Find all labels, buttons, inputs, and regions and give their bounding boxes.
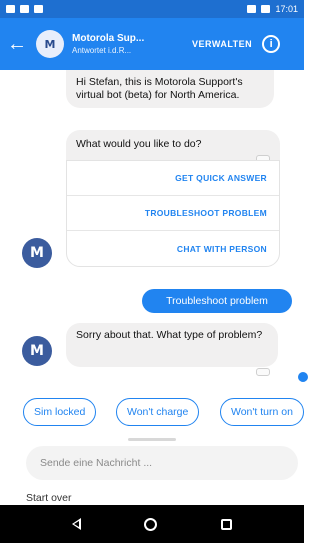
nav-back-icon[interactable] — [71, 518, 81, 530]
quick-reply-wont-charge[interactable]: Won't charge — [116, 398, 200, 426]
nav-home-icon[interactable] — [144, 517, 158, 531]
message-input[interactable] — [40, 457, 284, 469]
page-avatar[interactable]: M — [36, 30, 64, 58]
system-nav-bar — [0, 505, 304, 543]
signal-icon — [247, 5, 257, 13]
back-arrow-icon[interactable]: ← — [0, 34, 34, 54]
start-over-link[interactable]: Start over — [26, 492, 72, 504]
motorola-logo-icon: M — [30, 245, 44, 261]
drag-handle[interactable] — [128, 438, 176, 441]
quick-reply-wont-turn-on[interactable]: Won't turn on — [220, 398, 304, 426]
page-title: Motorola Sup... — [72, 33, 145, 44]
options-card: GET QUICK ANSWER TROUBLESHOOT PROBLEM CH… — [66, 160, 280, 267]
page-subtitle: Antwortet i.d.R... — [72, 46, 132, 55]
bot-avatar: M — [22, 336, 52, 366]
get-quick-answer-button[interactable]: GET QUICK ANSWER — [67, 161, 279, 196]
read-receipt-icon — [298, 372, 308, 382]
bot-message-intro: Hi Stefan, this is Motorola Support's vi… — [66, 70, 274, 108]
battery-icon — [261, 5, 271, 13]
chat-with-person-button[interactable]: CHAT WITH PERSON — [67, 231, 279, 266]
bot-avatar: M — [22, 238, 52, 268]
quick-reply-sim-locked[interactable]: Sim locked — [23, 398, 97, 426]
user-message: Troubleshoot problem — [142, 289, 292, 313]
troubleshoot-problem-button[interactable]: TROUBLESHOOT PROBLEM — [67, 196, 279, 231]
motorola-logo-icon: M — [30, 343, 44, 359]
n-notification-icon — [20, 5, 29, 13]
bot-message-question: What would you like to do? — [66, 130, 280, 162]
nav-recents-icon[interactable] — [221, 518, 233, 530]
status-time: 17:01 — [275, 4, 298, 14]
motorola-logo-icon: M — [44, 37, 56, 51]
conversation-title[interactable]: Motorola Sup... Antwortet i.d.R... — [72, 33, 172, 55]
bot-message-followup: Sorry about that. What type of problem? — [66, 323, 278, 367]
status-bar: 17:01 — [0, 0, 304, 18]
quick-replies: Sim locked Won't charge Won't turn on — [0, 398, 304, 428]
message-notification-icon — [6, 5, 15, 13]
message-composer[interactable] — [26, 446, 298, 480]
wifi-notification-icon — [34, 5, 43, 13]
app-bar: ← M Motorola Sup... Antwortet i.d.R... V… — [0, 18, 304, 70]
info-icon[interactable]: i — [262, 35, 281, 53]
manage-button[interactable]: VERWALTEN — [192, 39, 252, 49]
seen-indicator-icon — [256, 368, 270, 376]
